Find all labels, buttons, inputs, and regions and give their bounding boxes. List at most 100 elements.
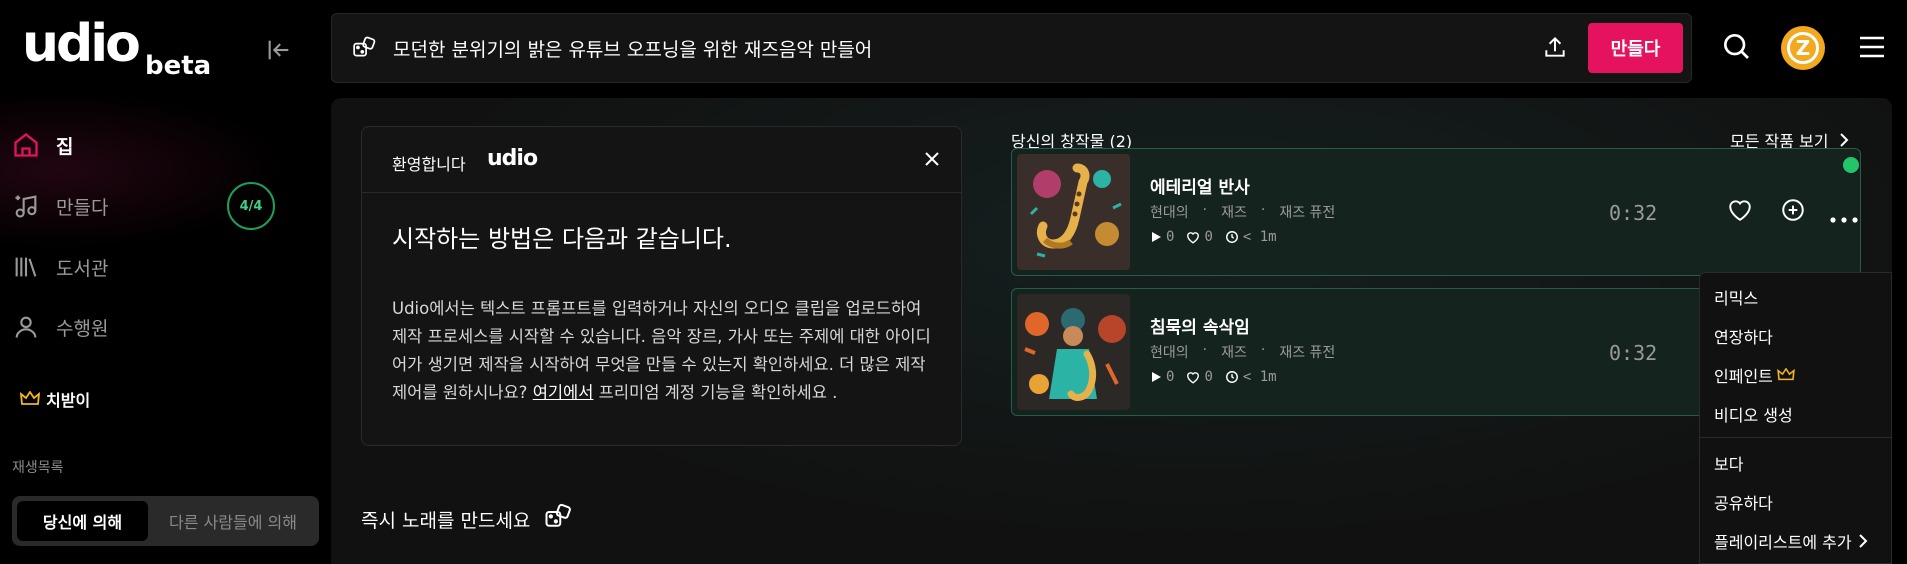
- nav-following[interactable]: 수행원: [12, 305, 312, 349]
- nav-create-label: 만들다: [56, 196, 109, 219]
- plus-circle-icon: [1782, 199, 1804, 221]
- sidebar: udio beta 집 만들다 4/4 도서관 수행원 치받이 재생목록 당신에…: [0, 0, 330, 564]
- playlist-heading: 재생목록: [12, 460, 64, 476]
- track-title[interactable]: 침묵의 속삭임: [1150, 313, 1250, 338]
- like-count: 0: [1204, 369, 1213, 385]
- tag[interactable]: 재즈: [1221, 342, 1247, 362]
- menu-view[interactable]: 보다: [1714, 451, 1743, 475]
- avatar-letter: Z: [1787, 32, 1819, 64]
- upload-icon: [1545, 36, 1565, 57]
- tag[interactable]: 현대의: [1150, 202, 1189, 222]
- menu-inpaint[interactable]: 인페인트: [1714, 363, 1795, 387]
- track-tags: 현대의 · 재즈 · 재즈 퓨전: [1150, 342, 1335, 362]
- premium-link[interactable]: 여기에서: [533, 383, 594, 402]
- like-button[interactable]: [1727, 198, 1753, 226]
- tag[interactable]: 재즈 퓨전: [1279, 342, 1335, 362]
- track-context-menu: 리믹스 연장하다 인페인트 비디오 생성 보다 공유하다 플레이리스트에 추가: [1699, 272, 1892, 564]
- add-button[interactable]: [1780, 197, 1806, 227]
- track-stats: 0 0 < 1m: [1150, 369, 1289, 385]
- menu-remix[interactable]: 리믹스: [1714, 285, 1758, 309]
- menu-video[interactable]: 비디오 생성: [1714, 402, 1793, 426]
- instant-song[interactable]: 즉시 노래를 만드세요: [361, 502, 574, 536]
- like-count-icon: [1187, 231, 1200, 244]
- welcome-title: 환영합니다: [392, 155, 466, 174]
- rewards-label: 치받이: [46, 391, 91, 410]
- playlist-filter: 당신에 의해 다른 사람들에 의해: [12, 496, 319, 546]
- home-icon: [14, 133, 38, 157]
- track-duration: 0:32: [1609, 341, 1658, 365]
- close-welcome-button[interactable]: [922, 149, 942, 173]
- more-button[interactable]: [1830, 208, 1858, 227]
- clock-icon: [1225, 231, 1238, 243]
- rewards-link[interactable]: 치받이: [20, 387, 90, 411]
- credits-badge: 4/4: [227, 182, 275, 230]
- nav-home[interactable]: 집: [12, 123, 312, 167]
- clock-icon: [1225, 371, 1238, 383]
- play-count-icon: [1152, 232, 1161, 242]
- play-count: 0: [1166, 229, 1175, 245]
- udio-logo[interactable]: udio beta: [22, 18, 211, 80]
- dice-icon[interactable]: [352, 35, 378, 65]
- chevron-right-icon: [1858, 534, 1867, 548]
- chevron-right-icon: [1839, 133, 1848, 147]
- prompt-input[interactable]: 모던한 분위기의 밝은 유튜브 오프닝을 위한 재즈음악 만들어: [393, 35, 872, 62]
- heart-icon: [1729, 200, 1751, 221]
- collapse-icon: [268, 40, 289, 60]
- dice-icon: [544, 502, 574, 536]
- nav-library[interactable]: 도서관: [12, 245, 312, 289]
- tag[interactable]: 재즈: [1221, 202, 1247, 222]
- track-tags: 현대의 · 재즈 · 재즈 퓨전: [1150, 202, 1335, 222]
- welcome-brand: udio: [487, 146, 538, 171]
- track-duration: 0:32: [1609, 201, 1658, 225]
- main-panel: 환영합니다 udio 시작하는 방법은 다음과 같습니다. Udio에서는 텍스…: [331, 98, 1892, 564]
- nav-library-label: 도서관: [56, 257, 109, 280]
- welcome-heading: 시작하는 방법은 다음과 같습니다.: [392, 225, 732, 253]
- menu-extend[interactable]: 연장하다: [1714, 324, 1773, 348]
- hamburger-icon: [1860, 36, 1884, 58]
- menu-add-to-playlist[interactable]: 플레이리스트에 추가: [1714, 529, 1868, 553]
- play-count-icon: [1152, 372, 1161, 382]
- search-icon: [1724, 34, 1749, 59]
- tag-separator: ·: [1202, 202, 1208, 218]
- play-count: 0: [1166, 369, 1175, 385]
- music-plus-icon: [15, 195, 37, 218]
- library-icon: [15, 257, 37, 277]
- tag-separator: ·: [1260, 342, 1266, 358]
- track-age: < 1m: [1242, 229, 1277, 245]
- make-button[interactable]: 만들다: [1588, 23, 1683, 73]
- collapse-sidebar-button[interactable]: [265, 36, 293, 64]
- instant-song-label: 즉시 노래를 만드세요: [361, 509, 531, 532]
- track-card[interactable]: 에테리얼 반사 현대의 · 재즈 · 재즈 퓨전 0 0 < 1m 0:32: [1011, 148, 1861, 276]
- tag[interactable]: 현대의: [1150, 342, 1189, 362]
- filter-by-others[interactable]: 다른 사람들에 의해: [152, 501, 314, 541]
- like-count: 0: [1204, 229, 1213, 245]
- welcome-body-tail: 프리미엄 계정 기능을 확인하세요 .: [593, 383, 838, 402]
- crown-icon: [1777, 368, 1795, 381]
- logo-word: udio: [22, 14, 141, 74]
- welcome-body: Udio에서는 텍스트 프롬프트를 입력하거나 자신의 오디오 클립을 업로드하…: [392, 295, 932, 407]
- crown-icon: [20, 391, 40, 405]
- track-cover: [1017, 154, 1130, 270]
- tag-separator: ·: [1202, 342, 1208, 358]
- welcome-card: 환영합니다 udio 시작하는 방법은 다음과 같습니다. Udio에서는 텍스…: [361, 126, 962, 446]
- track-title[interactable]: 에테리얼 반사: [1150, 173, 1250, 198]
- upload-button[interactable]: [1542, 34, 1568, 64]
- like-count-icon: [1187, 371, 1200, 384]
- filter-by-you[interactable]: 당신에 의해: [17, 501, 148, 541]
- menu-button[interactable]: [1858, 34, 1886, 64]
- nav-following-label: 수행원: [56, 317, 109, 340]
- logo-beta: beta: [145, 51, 212, 81]
- track-age: < 1m: [1242, 369, 1277, 385]
- search-button[interactable]: [1720, 30, 1752, 66]
- avatar[interactable]: Z: [1781, 26, 1825, 70]
- menu-divider: [1700, 437, 1891, 438]
- track-stats: 0 0 < 1m: [1150, 229, 1289, 245]
- prompt-bar: 모던한 분위기의 밝은 유튜브 오프닝을 위한 재즈음악 만들어 만들다: [331, 13, 1692, 83]
- tag[interactable]: 재즈 퓨전: [1279, 202, 1335, 222]
- user-icon: [15, 316, 37, 338]
- menu-add-to-playlist-label: 플레이리스트에 추가: [1714, 533, 1852, 552]
- tag-separator: ·: [1260, 202, 1266, 218]
- menu-share[interactable]: 공유하다: [1714, 490, 1773, 514]
- more-icon: [1830, 217, 1858, 223]
- nav-home-label: 집: [56, 135, 74, 158]
